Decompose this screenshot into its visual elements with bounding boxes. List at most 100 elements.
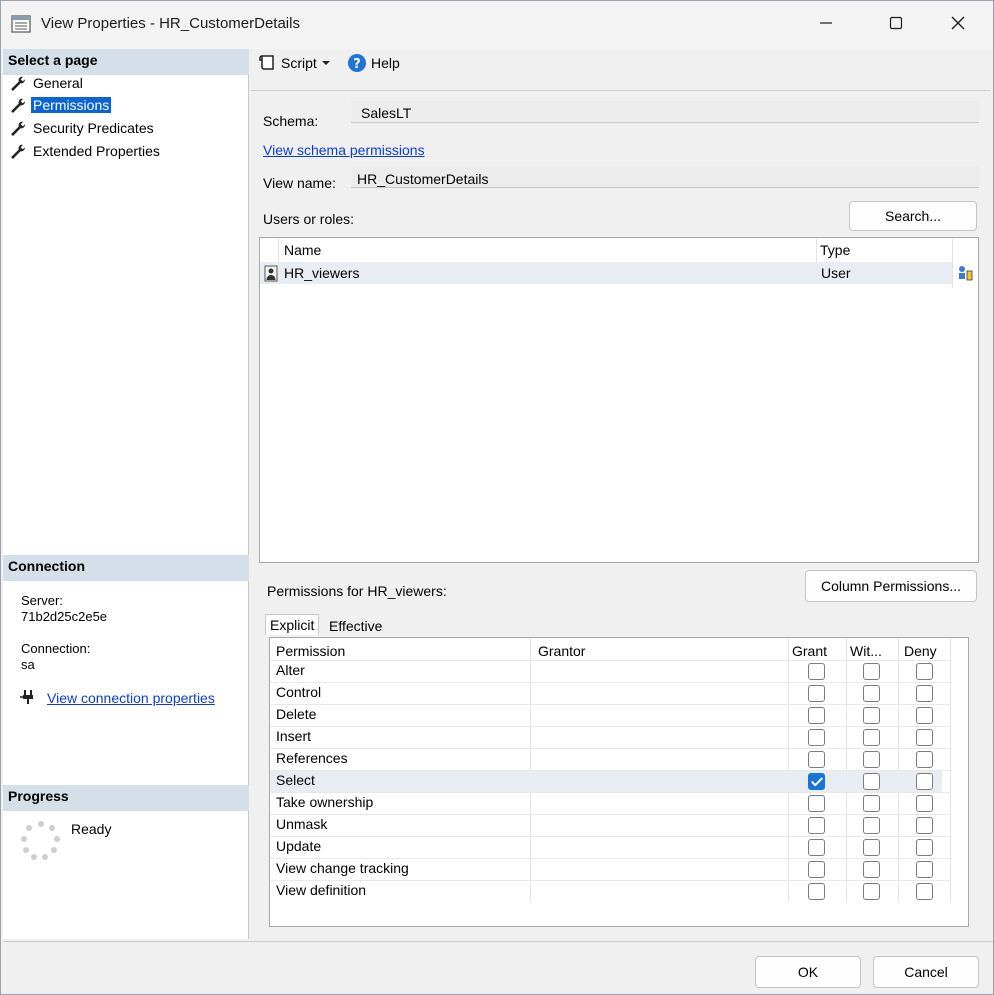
- permission-name: Unmask: [276, 816, 328, 832]
- maximize-button[interactable]: [873, 1, 919, 45]
- server-value: 71b2d25c2e5e: [21, 609, 108, 624]
- wrench-icon: [11, 144, 25, 159]
- browse-user-icon[interactable]: [956, 264, 974, 282]
- with-grant-checkbox[interactable]: [863, 707, 880, 724]
- tab-effective[interactable]: Effective: [325, 616, 386, 636]
- deny-checkbox[interactable]: [916, 861, 933, 878]
- deny-checkbox[interactable]: [916, 685, 933, 702]
- grant-checkbox[interactable]: [808, 685, 825, 702]
- with-grant-checkbox[interactable]: [863, 839, 880, 856]
- table-row[interactable]: Update: [270, 836, 950, 858]
- select-page-header: Select a page: [3, 49, 249, 75]
- table-row[interactable]: Alter: [270, 660, 950, 682]
- view-connection-properties-link[interactable]: View connection properties: [47, 690, 215, 706]
- table-row[interactable]: References: [270, 748, 950, 770]
- table-row[interactable]: Unmask: [270, 814, 950, 836]
- column-header-deny[interactable]: Deny: [904, 643, 937, 659]
- ok-button[interactable]: OK: [755, 956, 861, 988]
- grant-checkbox[interactable]: [808, 751, 825, 768]
- permission-name: Control: [276, 684, 322, 700]
- minimize-icon: [820, 22, 832, 24]
- deny-checkbox[interactable]: [916, 773, 933, 790]
- window-title: View Properties - HR_CustomerDetails: [41, 15, 300, 32]
- column-permissions-button[interactable]: Column Permissions...: [805, 570, 977, 602]
- sidebar-item-general[interactable]: General: [9, 73, 85, 93]
- deny-checkbox[interactable]: [916, 729, 933, 746]
- deny-checkbox[interactable]: [916, 707, 933, 724]
- deny-checkbox[interactable]: [916, 839, 933, 856]
- grant-checkbox[interactable]: [808, 795, 825, 812]
- with-grant-checkbox[interactable]: [863, 773, 880, 790]
- grant-checkbox[interactable]: [808, 663, 825, 680]
- column-header-grant[interactable]: Grant: [792, 643, 827, 659]
- permission-name: References: [276, 750, 348, 766]
- dialog-footer: OK Cancel: [3, 941, 993, 993]
- table-row[interactable]: View definition: [270, 880, 950, 902]
- schema-value: SalesLT: [361, 105, 412, 121]
- permission-name: View change tracking: [276, 860, 409, 876]
- help-icon: ?: [348, 54, 366, 72]
- column-header-permission[interactable]: Permission: [276, 643, 345, 659]
- table-row[interactable]: Insert: [270, 726, 950, 748]
- sidebar-item-extended-properties[interactable]: Extended Properties: [9, 141, 162, 161]
- deny-checkbox[interactable]: [916, 795, 933, 812]
- table-row[interactable]: Control: [270, 682, 950, 704]
- with-grant-checkbox[interactable]: [863, 883, 880, 900]
- deny-checkbox[interactable]: [916, 751, 933, 768]
- schema-field: [351, 101, 979, 123]
- wrench-icon: [11, 121, 25, 136]
- help-button[interactable]: ? Help: [347, 53, 400, 73]
- table-row[interactable]: Take ownership: [270, 792, 950, 814]
- grant-checkbox[interactable]: [808, 839, 825, 856]
- users-roles-label: Users or roles:: [263, 211, 355, 227]
- minimize-button[interactable]: [803, 1, 849, 45]
- grant-checkbox[interactable]: [808, 817, 825, 834]
- cancel-button[interactable]: Cancel: [873, 956, 979, 988]
- with-grant-checkbox[interactable]: [863, 729, 880, 746]
- permission-name: Delete: [276, 706, 317, 722]
- user-icon: [264, 265, 278, 282]
- grant-checkbox[interactable]: [808, 707, 825, 724]
- permission-name: Take ownership: [276, 794, 374, 810]
- grant-checkbox[interactable]: [808, 883, 825, 900]
- table-row[interactable]: Select: [270, 770, 950, 792]
- users-table: Name Type HR_viewers User: [259, 237, 979, 563]
- user-name: HR_viewers: [284, 265, 360, 281]
- deny-checkbox[interactable]: [916, 883, 933, 900]
- with-grant-checkbox[interactable]: [863, 817, 880, 834]
- script-icon: [259, 55, 274, 70]
- table-row[interactable]: Delete: [270, 704, 950, 726]
- title-bar: View Properties - HR_CustomerDetails: [1, 1, 993, 49]
- table-row[interactable]: HR_viewers User: [260, 262, 952, 284]
- column-header-with-grant[interactable]: Wit...: [850, 643, 882, 659]
- sidebar-item-permissions[interactable]: Permissions: [9, 95, 112, 115]
- schema-label: Schema:: [263, 113, 319, 129]
- search-button[interactable]: Search...: [849, 201, 977, 231]
- grant-checkbox[interactable]: [808, 861, 825, 878]
- with-grant-checkbox[interactable]: [863, 685, 880, 702]
- progress-spinner-icon: [21, 821, 60, 860]
- column-header-name[interactable]: Name: [284, 242, 321, 258]
- column-header-grantor[interactable]: Grantor: [538, 643, 585, 659]
- permission-name: Insert: [276, 728, 312, 744]
- grant-checkbox[interactable]: [808, 729, 825, 746]
- left-panel: Select a page General Permissions Securi…: [3, 49, 249, 939]
- tab-explicit[interactable]: Explicit: [265, 614, 320, 635]
- permission-name: Update: [276, 838, 322, 854]
- sidebar-item-label: Extended Properties: [33, 143, 160, 159]
- column-header-type[interactable]: Type: [820, 242, 850, 258]
- deny-checkbox[interactable]: [916, 663, 933, 680]
- view-schema-permissions-link[interactable]: View schema permissions: [263, 142, 425, 158]
- with-grant-checkbox[interactable]: [863, 751, 880, 768]
- table-row[interactable]: View change tracking: [270, 858, 950, 880]
- deny-checkbox[interactable]: [916, 817, 933, 834]
- sidebar-item-security-predicates[interactable]: Security Predicates: [9, 118, 156, 138]
- grant-checkbox[interactable]: [808, 773, 825, 790]
- permissions-for-label: Permissions for HR_viewers:: [267, 583, 447, 599]
- script-button[interactable]: Script: [259, 53, 331, 73]
- with-grant-checkbox[interactable]: [863, 795, 880, 812]
- with-grant-checkbox[interactable]: [863, 663, 880, 680]
- with-grant-checkbox[interactable]: [863, 861, 880, 878]
- close-button[interactable]: [935, 1, 981, 45]
- help-label: Help: [371, 55, 400, 71]
